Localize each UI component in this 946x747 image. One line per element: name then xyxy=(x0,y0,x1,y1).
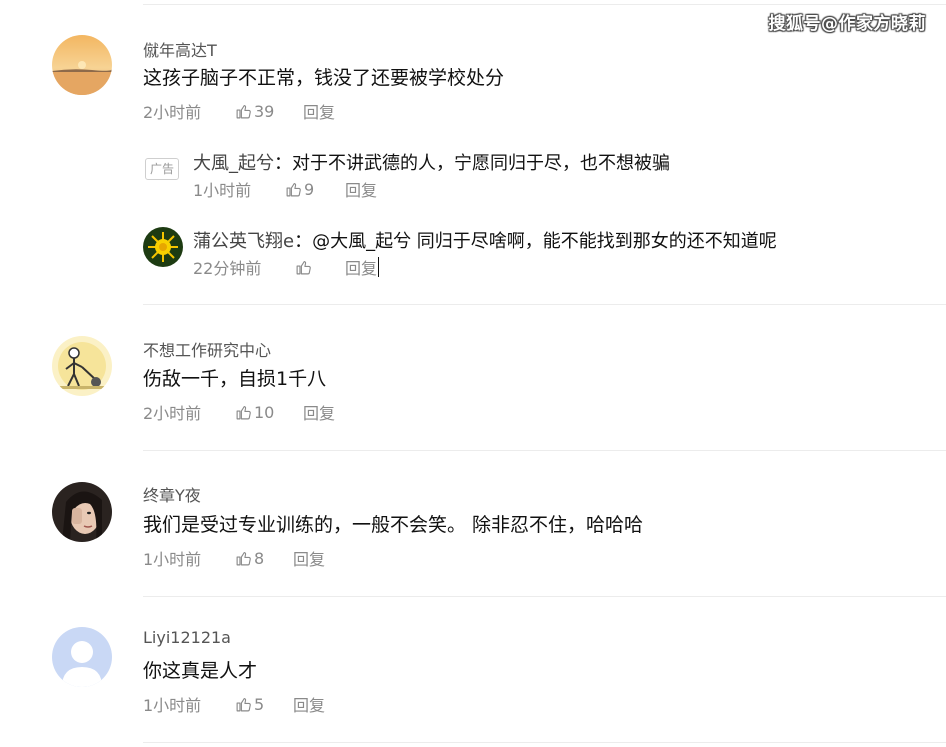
reply-time: 22分钟前 xyxy=(193,259,262,278)
comment-meta: 2小时前 10 回复 xyxy=(143,400,335,424)
reply-button[interactable]: 回复 xyxy=(293,692,325,716)
reply-button[interactable]: 回复 xyxy=(345,255,377,279)
comment-time: 1小时前 xyxy=(143,550,202,569)
thumbs-up-icon xyxy=(286,182,301,196)
comment-text: 你这真是人才 xyxy=(143,660,258,682)
reply-button[interactable]: 回复 xyxy=(293,546,325,570)
like-count: 39 xyxy=(254,101,275,121)
like-count: 9 xyxy=(304,179,315,199)
cartoon-figure-avatar[interactable] xyxy=(52,336,112,396)
reply-username[interactable]: 大風_起兮 xyxy=(193,153,274,174)
dandelion-avatar[interactable] xyxy=(143,227,183,267)
reply-meta: 1小时前 9 回复 xyxy=(193,177,377,201)
like-count: 8 xyxy=(254,548,265,568)
reply-separator: ： xyxy=(294,231,313,252)
comment-meta: 2小时前 39 回复 xyxy=(143,99,335,123)
comment-text: 伤敌一千，自损1千八 xyxy=(143,368,327,390)
comment-meta: 1小时前 8 回复 xyxy=(143,546,325,570)
comment-time: 2小时前 xyxy=(143,103,202,122)
thumbs-up-icon xyxy=(236,104,251,118)
reply-meta: 22分钟前 回复 xyxy=(193,255,380,279)
comment-username[interactable]: 不想工作研究中心 xyxy=(143,337,271,361)
reply-text: 对于不讲武德的人，宁愿同归于尽，也不想被骗 xyxy=(292,153,670,174)
reply-line: 蒲公英飞翔e：@大風_起兮 同归于尽啥啊，能不能找到那女的还不知道呢 xyxy=(193,227,777,253)
thumbs-up-icon xyxy=(296,260,311,274)
reply-button[interactable]: 回复 xyxy=(345,177,377,201)
thumbs-up-icon xyxy=(236,697,251,711)
default-user-avatar[interactable] xyxy=(52,627,112,687)
thumbs-up-icon xyxy=(236,405,251,419)
ad-badge: 广告 xyxy=(145,158,179,180)
thumbs-up-icon xyxy=(236,551,251,565)
top-divider xyxy=(143,4,946,5)
like-button[interactable]: 9 xyxy=(285,180,345,199)
portrait-avatar[interactable] xyxy=(52,482,112,542)
reply-time: 1小时前 xyxy=(193,181,252,200)
reply-username[interactable]: 蒲公英飞翔e xyxy=(193,231,294,252)
comment-meta: 1小时前 5 回复 xyxy=(143,692,325,716)
comment-text: 这孩子脑子不正常，钱没了还要被学校处分 xyxy=(143,67,505,89)
comment-time: 1小时前 xyxy=(143,696,202,715)
like-button[interactable] xyxy=(295,259,345,276)
like-count: 5 xyxy=(254,694,265,714)
comment-divider xyxy=(143,304,946,305)
comment-username[interactable]: Liyi12121a xyxy=(143,628,231,647)
comment-time: 2小时前 xyxy=(143,404,202,423)
comment-username[interactable]: 僦年高达T xyxy=(143,37,217,61)
comment-divider xyxy=(143,450,946,451)
reply-text: @大風_起兮 同归于尽啥啊，能不能找到那女的还不知道呢 xyxy=(312,231,777,252)
reply-button[interactable]: 回复 xyxy=(303,400,335,424)
text-cursor xyxy=(378,257,380,277)
reply-line: 大風_起兮：对于不讲武德的人，宁愿同归于尽，也不想被骗 xyxy=(193,149,670,175)
like-count: 10 xyxy=(254,402,275,422)
comment-username[interactable]: 终章Y夜 xyxy=(143,482,201,506)
comment-divider xyxy=(143,742,946,743)
like-button[interactable]: 5 xyxy=(235,695,293,714)
sohu-watermark: 搜狐号@作家方晓莉 xyxy=(768,14,926,34)
like-button[interactable]: 39 xyxy=(235,102,303,121)
like-button[interactable]: 8 xyxy=(235,549,293,568)
reply-button[interactable]: 回复 xyxy=(303,99,335,123)
comment-text: 我们是受过专业训练的，一般不会笑。 除非忍不住，哈哈哈 xyxy=(143,514,644,536)
comment-divider xyxy=(143,596,946,597)
reply-separator: ： xyxy=(274,153,292,174)
like-button[interactable]: 10 xyxy=(235,403,303,422)
sunset-lake-avatar[interactable] xyxy=(52,35,112,95)
